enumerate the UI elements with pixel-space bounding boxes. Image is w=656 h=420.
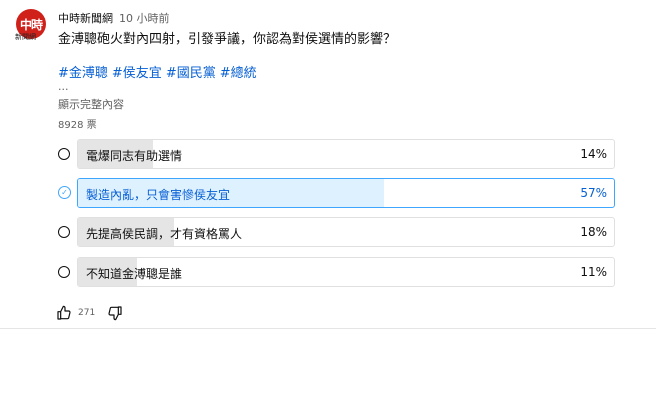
- like-icon[interactable]: [56, 305, 72, 321]
- poll-option-label: 先提高侯民調，才有資格罵人: [86, 227, 243, 241]
- poll-option-box[interactable]: 不知道金溥聰是誰 11%: [77, 257, 615, 287]
- poll-option[interactable]: 電爆同志有助選情 14%: [58, 139, 615, 169]
- avatar-text: 中時: [19, 17, 43, 32]
- post-meta: 中時新聞網 10 小時前: [58, 10, 170, 26]
- poll-option-box[interactable]: 電爆同志有助選情 14%: [77, 139, 615, 169]
- poll-option-percent: 11%: [580, 265, 607, 279]
- post-time[interactable]: 10 小時前: [119, 12, 170, 25]
- hashtag-link[interactable]: #侯友宜: [112, 66, 162, 81]
- check-circle-icon[interactable]: ✓: [58, 186, 71, 199]
- poll-option-box[interactable]: 製造內亂，只會害慘侯友宜 57%: [77, 178, 615, 208]
- post-actions: 271: [56, 305, 123, 321]
- avatar-subtext: 新聞網: [15, 33, 36, 41]
- poll-option[interactable]: 不知道金溥聰是誰 11%: [58, 257, 615, 287]
- channel-name[interactable]: 中時新聞網: [58, 12, 113, 25]
- radio-icon[interactable]: [58, 226, 70, 238]
- poll-option-percent: 14%: [580, 147, 607, 161]
- poll-option-selected[interactable]: ✓ 製造內亂，只會害慘侯友宜 57%: [58, 178, 615, 208]
- vote-count: 8928 票: [58, 120, 97, 131]
- poll-option-box[interactable]: 先提高侯民調，才有資格罵人 18%: [77, 217, 615, 247]
- radio-icon[interactable]: [58, 148, 70, 160]
- hashtag-link[interactable]: #國民黨: [166, 66, 216, 81]
- post-text: 金溥聰砲火對內四射，引發爭議，你認為對侯選情的影響？: [58, 32, 397, 47]
- community-post: 中時 新聞網 中時新聞網 10 小時前 金溥聰砲火對內四射，引發爭議，你認為對侯選…: [0, 0, 656, 330]
- poll-option-label: 不知道金溥聰是誰: [86, 267, 183, 281]
- hashtag-link[interactable]: #總統: [220, 66, 257, 81]
- dislike-icon[interactable]: [107, 305, 123, 321]
- hashtag-link[interactable]: #金溥聰: [58, 66, 108, 81]
- poll-option-percent: 18%: [580, 225, 607, 239]
- poll-option-label: 製造內亂，只會害慘侯友宜: [86, 188, 231, 202]
- radio-icon[interactable]: [58, 266, 70, 278]
- divider: [0, 328, 656, 329]
- poll-option-percent: 57%: [580, 186, 607, 200]
- like-count: 271: [78, 308, 96, 318]
- poll-option[interactable]: 先提高侯民調，才有資格罵人 18%: [58, 217, 615, 247]
- hashtags: #金溥聰 #侯友宜 #國民黨 #總統: [58, 62, 261, 81]
- ellipsis: ...: [58, 80, 69, 93]
- show-more-button[interactable]: 顯示完整內容: [58, 96, 124, 112]
- poll-option-label: 電爆同志有助選情: [86, 149, 183, 163]
